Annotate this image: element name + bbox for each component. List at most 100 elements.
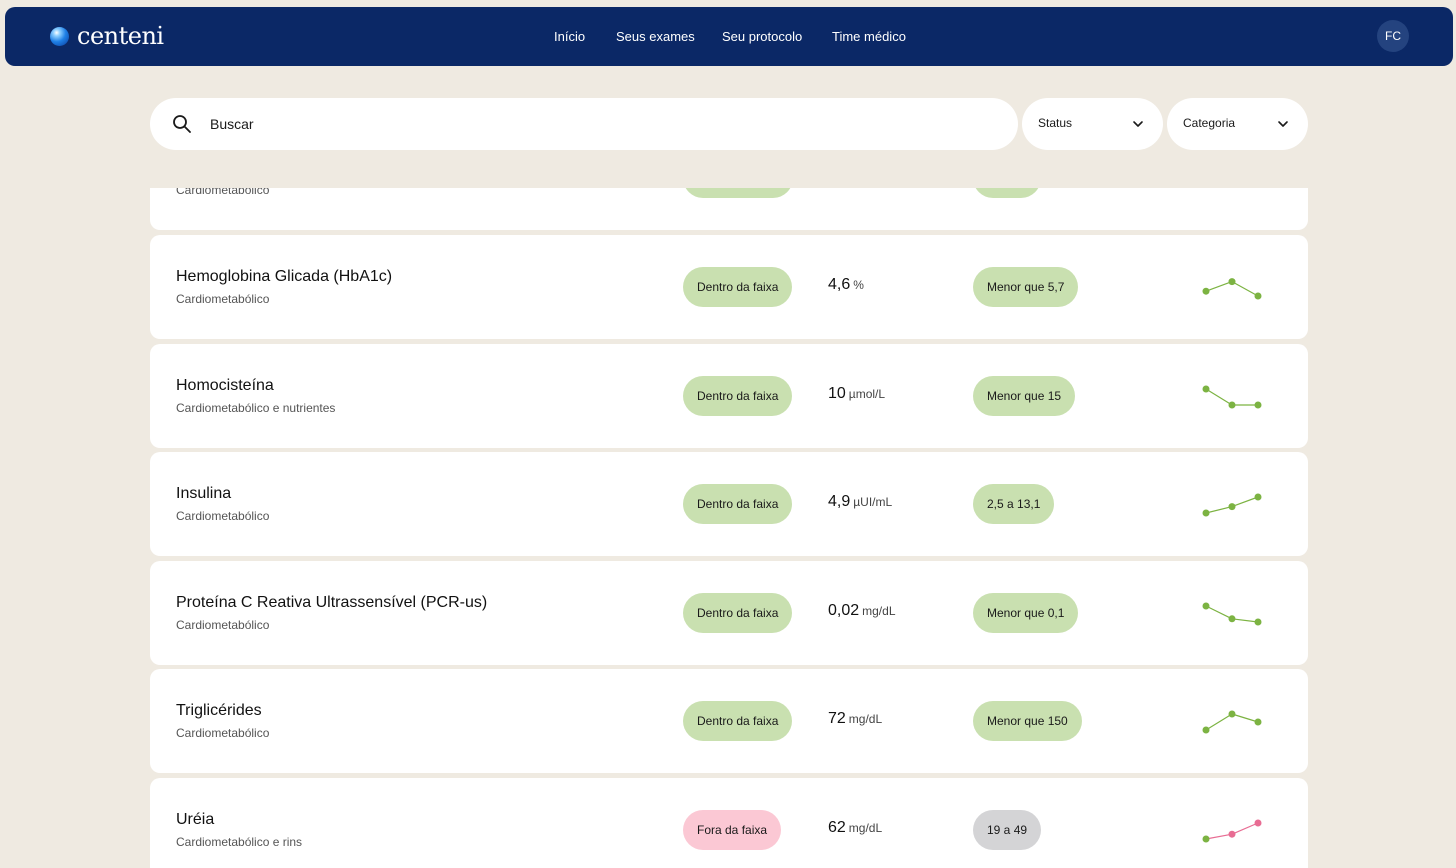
trend-segment <box>1231 496 1259 508</box>
range-badge: Menor que 5,7 <box>973 267 1079 307</box>
category-filter-dropdown[interactable]: Categoria <box>1167 98 1308 150</box>
exam-category: Cardiometabólico <box>176 188 270 197</box>
exam-name: Uréia <box>176 810 215 828</box>
trend-point <box>1202 287 1210 295</box>
exam-row[interactable]: Proteína C Reativa Ultrassensível (PCR-u… <box>150 560 1308 665</box>
exam-value-unit: mg/dL <box>862 603 896 618</box>
trend-point <box>1254 292 1262 300</box>
exam-value-number: 4,9 <box>828 493 851 510</box>
exam-value-number: 72 <box>828 710 846 727</box>
trend-point <box>1202 602 1210 609</box>
status-badge: Dentro da faixa <box>683 701 793 741</box>
trend-segment <box>1231 281 1259 297</box>
exam-value: 72 mg/dL <box>828 710 882 728</box>
exam-category: Cardiometabólico e nutrientes <box>176 400 336 415</box>
main-nav: Início Seus exames Seu protocolo Time mé… <box>5 7 1453 66</box>
exam-category: Cardiometabólico e rins <box>176 834 303 849</box>
nav-item-time-medico[interactable]: Time médico <box>832 29 906 44</box>
trend-sparkline <box>1202 710 1262 734</box>
chevron-down-icon <box>1278 121 1288 127</box>
trend-segment <box>1231 821 1259 835</box>
search-input[interactable] <box>210 112 990 136</box>
range-badge: Menor que 0,1 <box>973 592 1079 633</box>
trend-point <box>1254 493 1262 501</box>
exam-name: Insulina <box>176 485 232 502</box>
exam-name: Triglicérides <box>176 702 262 719</box>
trend-point <box>1254 618 1262 625</box>
top-navigation-bar: centeni Início Seus exames Seu protocolo… <box>5 7 1453 66</box>
trend-segment <box>1205 604 1233 619</box>
trend-segment <box>1205 506 1233 514</box>
trend-point <box>1254 718 1262 726</box>
category-filter-label: Categoria <box>1183 116 1236 130</box>
trend-point <box>1228 710 1236 718</box>
range-badge: Menor que 15 <box>973 375 1076 416</box>
exam-name: Hemoglobina Glicada (HbA1c) <box>176 268 393 285</box>
trend-point <box>1254 819 1262 826</box>
exam-list: Cardiometabólico Hemoglobina Glicada (Hb… <box>150 188 1308 868</box>
trend-point <box>1228 503 1236 511</box>
exam-value: 62 mg/dL <box>828 819 882 837</box>
trend-point <box>1254 401 1262 408</box>
exam-category: Cardiometabólico <box>176 509 270 523</box>
exam-value: 4,9 µUI/mL <box>828 493 892 511</box>
chevron-down-icon <box>1133 121 1143 127</box>
exam-value-unit: µUI/mL <box>853 495 893 509</box>
status-badge: Dentro da faixa <box>683 592 793 633</box>
search-icon <box>173 115 191 133</box>
exam-value: 10 µmol/L <box>828 385 885 403</box>
trend-sparkline <box>1202 819 1262 842</box>
status-badge: Fora da faixa <box>683 809 782 850</box>
trend-point <box>1202 509 1210 517</box>
exam-category: Cardiometabólico <box>176 617 270 632</box>
trend-point <box>1228 614 1236 622</box>
exam-row[interactable]: Triglicérides Cardiometabólico Dentro da f… <box>150 669 1308 773</box>
range-badge: 2,5 a 13,1 <box>973 484 1055 524</box>
trend-sparkline <box>1202 385 1262 408</box>
status-badge: Dentro da faixa <box>683 484 793 524</box>
exam-row-partial[interactable]: Cardiometabólico <box>150 188 1308 230</box>
status-badge: Dentro da faixa <box>683 267 793 307</box>
exam-row[interactable]: Uréia Cardiometabólico e rins Fora da faix… <box>150 777 1308 868</box>
exam-name: Homocisteína <box>176 376 274 394</box>
search-bar <box>150 98 1018 150</box>
exam-category: Cardiometabólico <box>176 726 270 740</box>
user-avatar[interactable]: FC <box>1377 20 1409 52</box>
trend-point <box>1202 726 1210 734</box>
exam-value-unit: mg/dL <box>848 820 883 835</box>
trend-segment <box>1205 387 1233 406</box>
trend-point <box>1228 278 1236 286</box>
status-badge <box>683 188 793 198</box>
exam-name: Proteína C Reativa Ultrassensível (PCR-u… <box>176 593 488 611</box>
exam-value: 4,6% <box>828 276 864 294</box>
trend-sparkline <box>1202 278 1262 300</box>
range-badge <box>973 188 1041 198</box>
trend-point <box>1228 830 1236 838</box>
trend-segment <box>1205 833 1233 840</box>
status-badge: Dentro da faixa <box>683 375 793 416</box>
exam-value-number: 4,6 <box>828 276 851 293</box>
exam-value-unit: mg/dL <box>848 712 883 726</box>
exam-value-unit: % <box>853 278 864 292</box>
trend-point <box>1202 835 1210 842</box>
nav-item-seu-protocolo[interactable]: Seu protocolo <box>722 29 802 44</box>
exam-row[interactable]: Hemoglobina Glicada (HbA1c) Cardiometaból… <box>150 235 1308 339</box>
trend-segment <box>1205 281 1233 292</box>
range-badge: Menor que 150 <box>973 701 1082 741</box>
exam-value-unit: µmol/L <box>848 386 886 401</box>
trend-segment <box>1205 713 1233 731</box>
exam-value-number: 10 <box>828 384 846 402</box>
trend-point <box>1228 401 1236 408</box>
status-filter-dropdown[interactable]: Status <box>1022 98 1163 150</box>
exam-value-number: 0,02 <box>828 601 860 619</box>
trend-segment <box>1231 617 1259 623</box>
status-filter-label: Status <box>1038 116 1073 130</box>
trend-point <box>1202 385 1210 392</box>
trend-segment <box>1231 713 1259 723</box>
exam-row[interactable]: Homocisteína Cardiometabólico e nutriente… <box>150 343 1308 448</box>
exam-value-number: 62 <box>828 818 846 836</box>
nav-item-inicio[interactable]: Início <box>554 29 585 44</box>
nav-item-seus-exames[interactable]: Seus exames <box>616 29 695 44</box>
exam-row[interactable]: Insulina Cardiometabólico Dentro da faixa 4… <box>150 452 1308 556</box>
range-badge: 19 a 49 <box>973 809 1042 850</box>
